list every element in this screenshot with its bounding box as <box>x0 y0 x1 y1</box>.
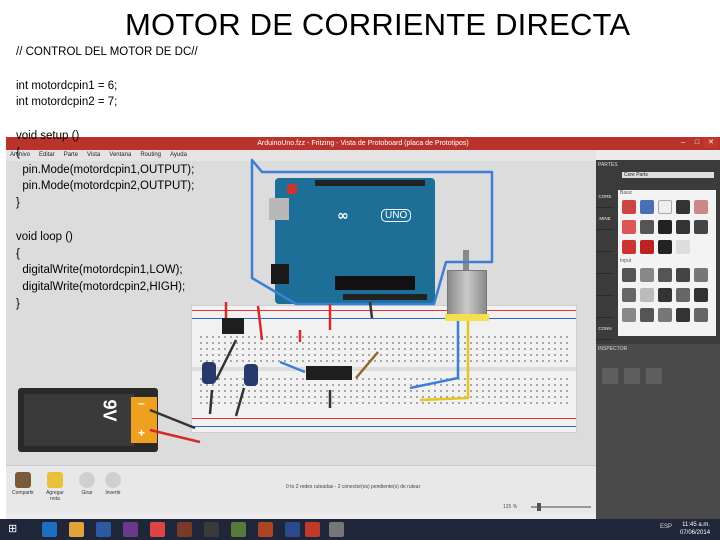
clock-time: 11:45 a.m. <box>682 522 711 528</box>
wire-blue-3 <box>279 360 306 374</box>
code-line: void loop () <box>16 230 73 243</box>
wire-black-5 <box>234 387 246 417</box>
code-listing: // CONTROL DEL MOTOR DE DC// int motordcp… <box>16 44 198 313</box>
taskbar-app3-icon[interactable] <box>204 522 219 537</box>
code-line: } <box>16 297 20 310</box>
start-button[interactable]: ⊞ <box>8 523 21 536</box>
clock[interactable]: 11:45 a.m. 07/06/2014 <box>680 521 710 537</box>
clock-date: 07/06/2014 <box>680 530 711 536</box>
taskbar-chrome-icon[interactable] <box>150 522 165 537</box>
taskbar-word-icon[interactable] <box>96 522 111 537</box>
code-line: // CONTROL DEL MOTOR DE DC// <box>16 46 198 58</box>
taskbar-app5-icon[interactable] <box>285 522 300 537</box>
slide-title: MOTOR DE CORRIENTE DIRECTA <box>125 7 631 42</box>
taskbar-app4-icon[interactable] <box>231 522 246 537</box>
taskbar-app-icon[interactable] <box>123 522 138 537</box>
wire-red-2 <box>256 305 264 341</box>
code-line: pin.Mode(motordcpin1,OUTPUT); <box>16 163 195 176</box>
taskbar-fritzing-icon[interactable] <box>305 522 320 537</box>
taskbar-app6-icon[interactable] <box>329 522 344 537</box>
wire-brown <box>355 351 379 379</box>
taskbar-powerpoint-icon[interactable] <box>258 522 273 537</box>
wire-blue-2 <box>409 321 460 390</box>
taskbar-app2-icon[interactable] <box>177 522 192 537</box>
wire-blue-outline <box>250 158 494 306</box>
code-line: void setup () <box>16 129 80 142</box>
code-line: digitalWrite(motordcpin2,HIGH); <box>16 281 186 294</box>
wire-black-2 <box>149 408 196 430</box>
wire-yellow <box>419 321 470 402</box>
code-line: int motordcpin2 = 7; <box>16 96 118 109</box>
wire-black-1 <box>214 339 238 381</box>
wire-red-battery <box>149 428 201 444</box>
code-line: int motordcpin1 = 6; <box>16 79 118 92</box>
code-line: { <box>16 247 20 260</box>
wire-black-4 <box>208 389 214 415</box>
code-line: } <box>16 197 20 210</box>
code-line: { <box>16 146 20 159</box>
code-line: pin.Mode(motordcpin2,OUTPUT); <box>16 180 195 193</box>
code-line: digitalWrite(motordcpin1,LOW); <box>16 264 183 277</box>
taskbar-explorer-icon[interactable] <box>69 522 84 537</box>
windows-taskbar: ⊞ ESP 11:45 a.m. 07/06/2014 <box>0 519 720 540</box>
taskbar-ie-icon[interactable] <box>42 522 57 537</box>
system-tray: ESP <box>614 524 672 530</box>
language-indicator[interactable]: ESP <box>660 524 672 530</box>
